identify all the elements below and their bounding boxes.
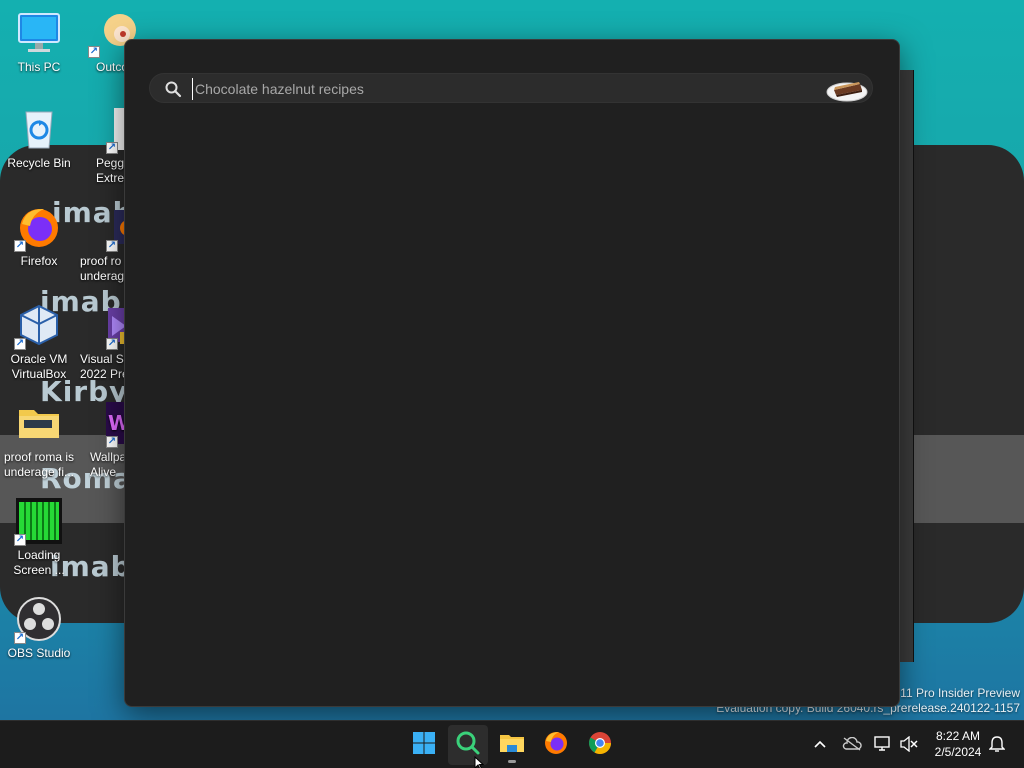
shortcut-arrow-icon: ↗ <box>106 142 118 154</box>
shortcut-arrow-icon: ↗ <box>14 338 26 350</box>
desktop-icon-label: This PC <box>17 60 61 74</box>
desktop-icon-label: Oracle VM VirtualBox <box>10 352 68 381</box>
taskbar-chrome-button[interactable] <box>580 725 620 765</box>
taskbar: 8:22 AM 2/5/2024 <box>0 720 1024 768</box>
shortcut-arrow-icon: ↗ <box>14 534 26 546</box>
chevron-up-icon[interactable] <box>809 733 831 755</box>
desktop-icon-obs-studio[interactable]: ↗ OBS Studio <box>2 596 76 661</box>
clock-time: 8:22 AM <box>935 729 981 743</box>
mouse-cursor-icon <box>474 755 485 768</box>
shortcut-arrow-icon: ↗ <box>14 240 26 252</box>
desktop-icon-loading-screen[interactable]: ↗ Loading Screen ... <box>2 498 76 578</box>
network-icon[interactable] <box>872 733 894 755</box>
desktop-icon-label: Loading Screen ... <box>13 548 65 577</box>
start-button[interactable] <box>404 725 444 765</box>
desktop-icon-this-pc[interactable]: This PC <box>2 10 76 75</box>
recycle-bin-icon <box>16 106 62 152</box>
pie-slice-icon[interactable] <box>826 76 868 102</box>
shortcut-arrow-icon: ↗ <box>106 240 118 252</box>
desktop-icon-virtualbox[interactable]: ↗ Oracle VM VirtualBox <box>2 302 76 382</box>
loading-screen-icon: ↗ <box>14 498 62 546</box>
search-box[interactable] <box>149 73 873 103</box>
shortcut-arrow-icon: ↗ <box>106 436 118 448</box>
desktop-icon-firefox[interactable]: ↗ Firefox <box>2 204 76 269</box>
chrome-icon <box>587 730 613 761</box>
virtualbox-icon: ↗ <box>14 302 62 350</box>
windows-logo-icon <box>412 731 436 760</box>
clock-date: 2/5/2024 <box>934 745 982 759</box>
monitor-icon <box>16 10 62 56</box>
volume-muted-icon[interactable] <box>898 733 920 755</box>
bell-icon[interactable] <box>986 733 1008 755</box>
shortcut-arrow-icon: ↗ <box>88 46 100 58</box>
shortcut-arrow-icon: ↗ <box>106 338 118 350</box>
onedrive-icon[interactable] <box>841 733 863 755</box>
desktop-icon-label: Firefox <box>20 254 58 268</box>
search-icon <box>164 80 182 98</box>
search-input[interactable] <box>192 78 812 100</box>
shortcut-arrow-icon: ↗ <box>14 632 26 644</box>
desktop-icon-label: OBS Studio <box>7 646 71 660</box>
taskbar-firefox-button[interactable] <box>536 725 576 765</box>
desktop: imab imab Kirby Roma imab This PC Recycl… <box>0 0 1024 720</box>
folder-icon <box>16 400 62 446</box>
desktop-icon-proof-folder[interactable]: proof roma is underage fi... <box>2 400 76 480</box>
desktop-icon-label: proof roma is underage fi... <box>3 450 75 479</box>
firefox-icon <box>543 730 569 761</box>
desktop-icon-label: Recycle Bin <box>7 156 71 170</box>
desktop-icon-recycle-bin[interactable]: Recycle Bin <box>2 106 76 171</box>
running-indicator <box>508 760 516 763</box>
watermark-line: s 11 Pro Insider Preview <box>890 686 1020 700</box>
firefox-icon: ↗ <box>14 204 62 252</box>
folder-icon <box>499 731 525 760</box>
obs-icon: ↗ <box>14 596 62 644</box>
taskbar-file-explorer-button[interactable] <box>492 725 532 765</box>
taskbar-clock[interactable]: 8:22 AM 2/5/2024 <box>928 728 988 760</box>
search-flyout <box>124 39 900 707</box>
